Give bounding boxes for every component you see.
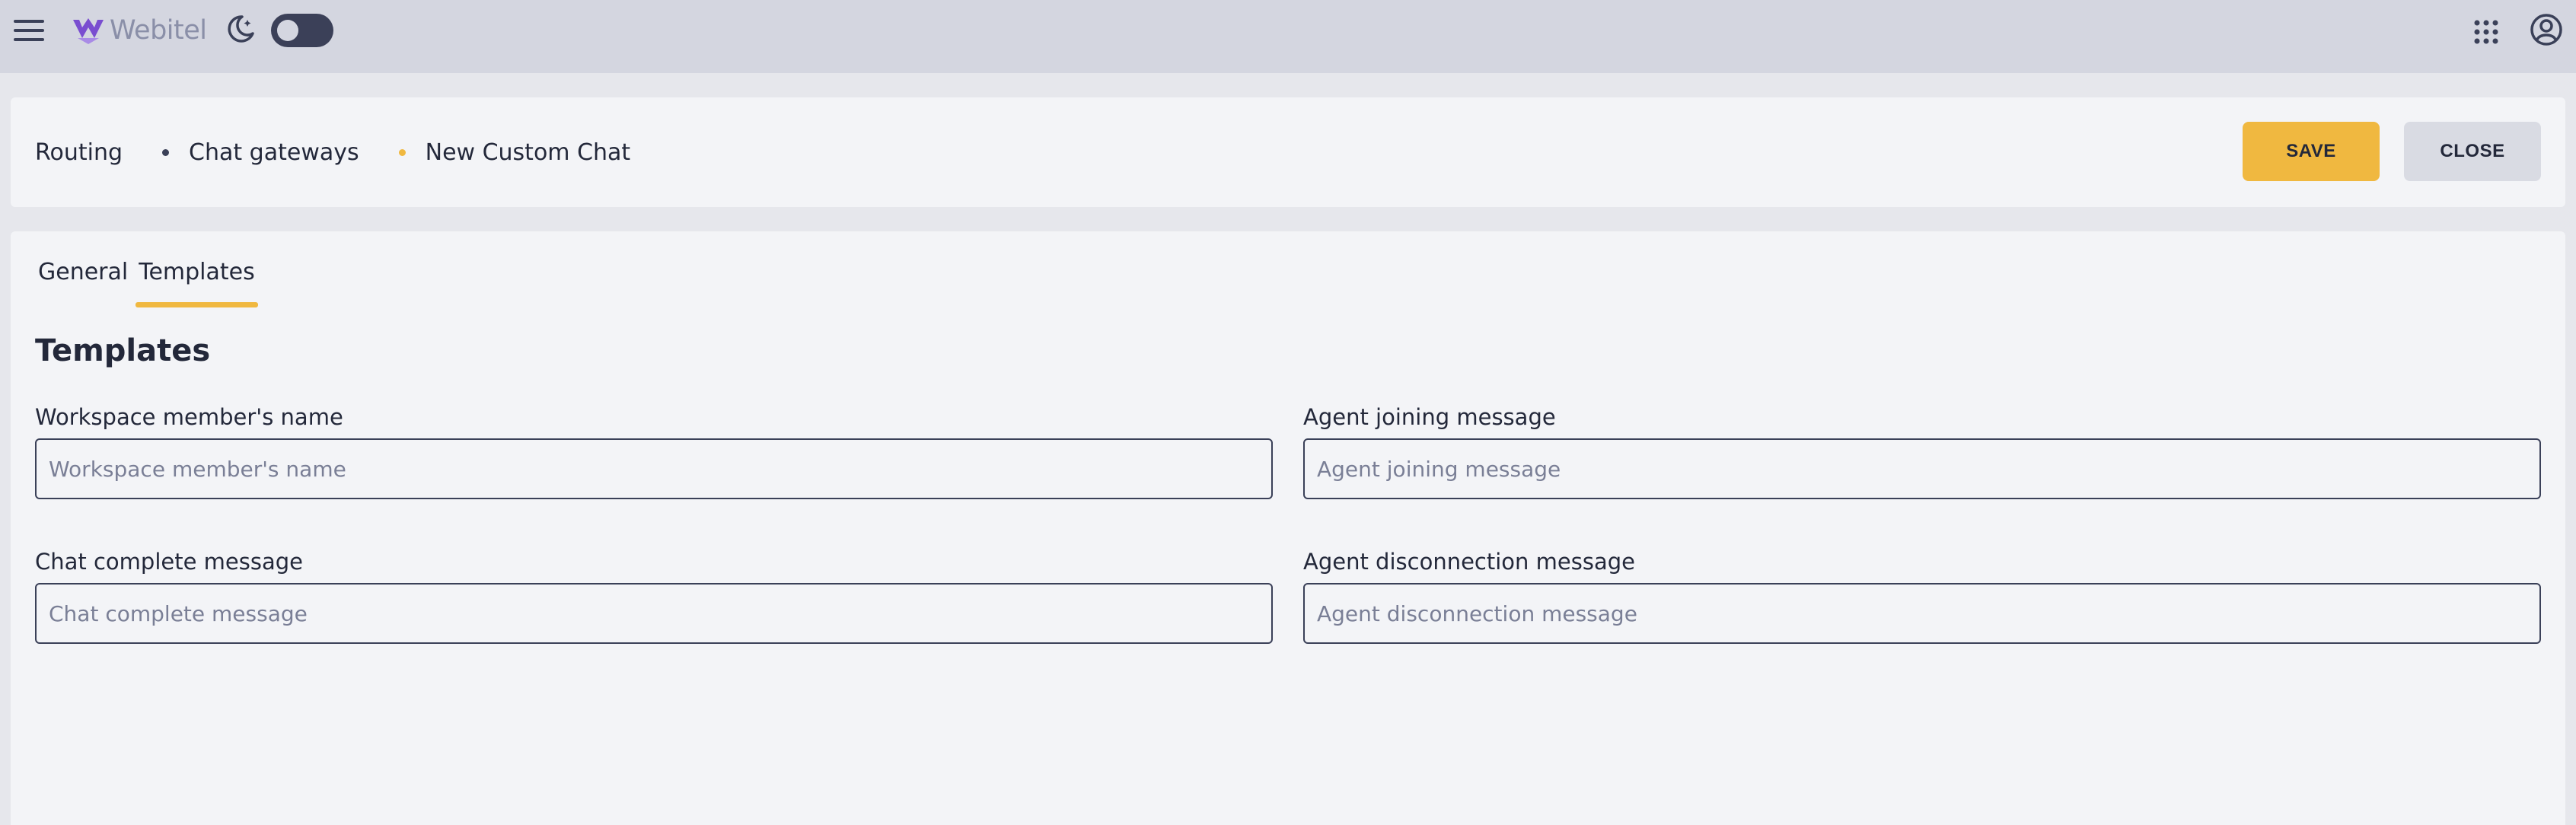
close-button[interactable]: CLOSE (2404, 122, 2541, 181)
field-label: Chat complete message (35, 549, 303, 575)
field-label: Agent disconnection message (1303, 549, 1635, 575)
workspace-member-name-field: Workspace member's name (35, 402, 1273, 499)
field-label: Agent joining message (1303, 404, 1556, 430)
tab-templates[interactable]: Templates (135, 259, 258, 307)
menu-icon[interactable] (12, 15, 46, 46)
theme-toggle[interactable] (271, 14, 333, 47)
breadcrumb-item-routing[interactable]: Routing (35, 139, 123, 166)
main-content: General Templates Templates Workspace me… (11, 231, 2565, 825)
breadcrumb-separator (162, 148, 170, 156)
chat-complete-message-input[interactable] (35, 583, 1273, 644)
agent-disconnection-message-field: Agent disconnection message (1303, 546, 2541, 644)
agent-joining-message-input[interactable] (1303, 438, 2541, 499)
agent-joining-message-field: Agent joining message (1303, 402, 2541, 499)
page-header: Routing Chat gateways New Custom Chat SA… (11, 97, 2565, 207)
agent-disconnection-message-input[interactable] (1303, 583, 2541, 644)
apps-grid-icon[interactable] (2472, 18, 2500, 46)
tab-bar: General Templates (35, 259, 258, 307)
save-button[interactable]: SAVE (2243, 122, 2380, 181)
webitel-logo-icon (73, 18, 104, 44)
app-logo[interactable]: Webitel (72, 12, 207, 49)
top-app-bar: Webitel (0, 0, 2576, 73)
chat-complete-message-field: Chat complete message (35, 546, 1273, 644)
breadcrumb-separator (398, 148, 406, 156)
breadcrumb-item-chat-gateways[interactable]: Chat gateways (189, 139, 359, 166)
breadcrumb: Routing Chat gateways New Custom Chat (35, 97, 630, 207)
user-account-icon[interactable] (2529, 12, 2564, 47)
section-title: Templates (35, 333, 211, 368)
toggle-knob (277, 20, 298, 41)
workspace-member-name-input[interactable] (35, 438, 1273, 499)
breadcrumb-item-current: New Custom Chat (425, 139, 631, 166)
field-label: Workspace member's name (35, 404, 343, 430)
moon-icon (228, 15, 254, 43)
app-name: Webitel (110, 15, 207, 46)
tab-general[interactable]: General (35, 259, 131, 307)
